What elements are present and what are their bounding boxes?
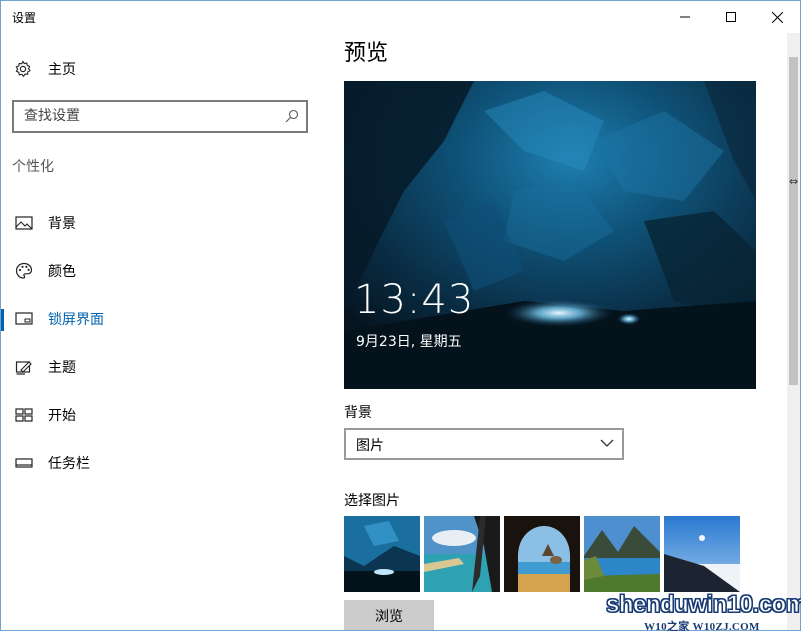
scrollbar[interactable] (787, 33, 800, 630)
close-button[interactable] (754, 1, 800, 33)
palette-icon (14, 261, 34, 281)
gear-icon (13, 59, 33, 79)
browse-button[interactable]: 浏览 (344, 600, 434, 630)
resize-cursor-icon: ⇔ (789, 175, 799, 188)
nav-list: 背景 颜色 锁屏界面 主题 开始 任务栏 (1, 199, 321, 487)
sidebar-item-start[interactable]: 开始 (1, 391, 321, 439)
sidebar-item-label: 任务栏 (48, 456, 90, 472)
lock-screen-preview: 13:43 9月23日, 星期五 (344, 81, 756, 389)
chevron-down-icon (600, 439, 614, 447)
sidebar-item-taskbar[interactable]: 任务栏 (1, 439, 321, 487)
choose-picture-label: 选择图片 (344, 493, 400, 509)
close-icon (771, 11, 783, 23)
sidebar-item-label: 颜色 (48, 264, 76, 280)
maximize-button[interactable] (708, 1, 754, 33)
title-bar[interactable]: 设置 (1, 1, 800, 33)
preview-date: 9月23日, 星期五 (356, 334, 462, 350)
taskbar-icon (14, 453, 34, 473)
settings-window: 设置 主页 个性化 (0, 0, 801, 631)
thumbnail-moon-over-clouds[interactable] (664, 516, 740, 592)
background-dropdown[interactable]: 图片 (344, 428, 624, 460)
sidebar-item-colors[interactable]: 颜色 (1, 247, 321, 295)
section-title: 个性化 (12, 159, 54, 175)
main-content: 预览 13:43 9月23日, 星期五 背景 图片 选择图片 浏览 (321, 33, 788, 630)
search-box[interactable] (12, 100, 308, 133)
sidebar-item-label: 主题 (48, 360, 76, 376)
maximize-icon (726, 12, 736, 22)
minimize-icon (680, 16, 690, 18)
theme-brush-icon (14, 357, 34, 377)
search-icon[interactable] (284, 108, 300, 124)
background-label: 背景 (344, 405, 372, 421)
sidebar-item-background[interactable]: 背景 (1, 199, 321, 247)
thumbnail-cave-arch-beach[interactable] (504, 516, 580, 592)
minimize-button[interactable] (662, 1, 708, 33)
lock-screen-icon (14, 309, 34, 329)
background-dropdown-value: 图片 (356, 438, 384, 454)
sidebar-item-themes[interactable]: 主题 (1, 343, 321, 391)
sidebar-item-label: 锁屏界面 (48, 312, 104, 328)
page-title: 预览 (344, 41, 389, 66)
picture-icon (14, 213, 34, 233)
sidebar-item-label: 背景 (48, 216, 76, 232)
thumbnail-ice-cave[interactable] (344, 516, 420, 592)
scrollbar-thumb[interactable] (789, 57, 798, 385)
home-nav-item[interactable]: 主页 (13, 57, 76, 81)
thumbnail-mountain-lake[interactable] (584, 516, 660, 592)
preview-time: 13:43 (354, 277, 475, 323)
start-grid-icon (14, 405, 34, 425)
sidebar: 主页 个性化 背景 颜色 (1, 33, 321, 630)
sidebar-item-lock-screen[interactable]: 锁屏界面 (1, 295, 321, 343)
sidebar-item-label: 开始 (48, 408, 76, 424)
search-input[interactable] (24, 108, 274, 124)
app-title: 设置 (12, 11, 37, 25)
picture-thumbnails (344, 516, 744, 592)
home-label: 主页 (48, 62, 76, 78)
thumbnail-beach-island[interactable] (424, 516, 500, 592)
